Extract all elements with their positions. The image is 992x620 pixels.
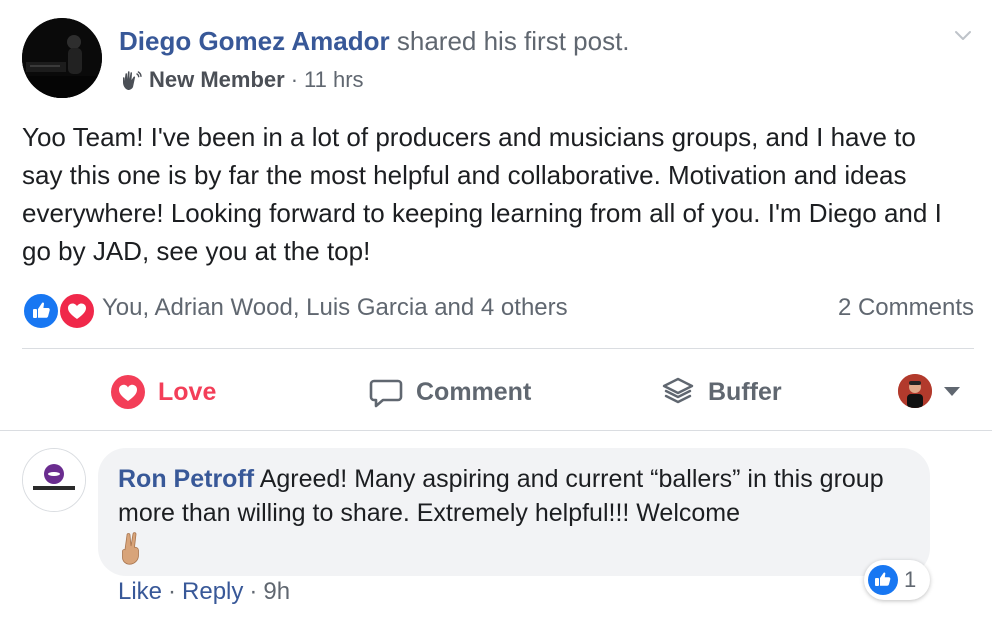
comment-body: Ron Petroff Agreed! Many aspiring and cu…: [118, 462, 908, 565]
divider: [22, 348, 974, 349]
comment-button-label: Comment: [416, 377, 532, 406]
comments-count[interactable]: 2 Comments: [838, 294, 974, 322]
meta-separator: ·: [290, 67, 299, 92]
author-action-text: shared his first post.: [396, 26, 630, 56]
comment-bubble: Ron Petroff Agreed! Many aspiring and cu…: [98, 448, 930, 576]
post-body: Yoo Team! I've been in a lot of producer…: [22, 122, 942, 266]
reactions-summary: You, Adrian Wood, Luis Garcia and 4 othe…: [22, 290, 974, 330]
author-avatar[interactable]: [22, 18, 102, 98]
comment-reply-button[interactable]: Reply: [182, 578, 243, 605]
reactors-list[interactable]: You, Adrian Wood, Luis Garcia and 4 othe…: [102, 294, 568, 322]
caret-down-icon: [944, 386, 960, 396]
audience-selector[interactable]: [898, 374, 960, 408]
feed-post: Diego Gomez Amador shared his first post…: [0, 0, 992, 620]
victory-hand-icon: [122, 532, 139, 565]
comment-actions: Like · Reply · 9h: [118, 578, 290, 606]
commenter-avatar[interactable]: [22, 448, 86, 512]
chevron-down-icon[interactable]: [952, 24, 974, 46]
meta-separator: ·: [249, 578, 258, 605]
thumbs-up-icon: [22, 292, 60, 330]
comment-like-button[interactable]: Like: [118, 578, 162, 605]
comment-timestamp[interactable]: 9h: [263, 578, 290, 605]
waving-hand-icon: [123, 71, 142, 90]
speech-bubble-icon: [369, 379, 403, 408]
post-header: Diego Gomez Amador shared his first post…: [119, 26, 630, 57]
buffer-button[interactable]: Buffer: [660, 372, 782, 412]
comment-emoji: [118, 530, 908, 565]
comment-reaction-count[interactable]: 1: [864, 560, 930, 600]
avatar: [898, 374, 932, 408]
reaction-icons[interactable]: [22, 290, 100, 330]
commenter-name-link[interactable]: Ron Petroff: [118, 465, 254, 493]
buffer-button-label: Buffer: [708, 377, 782, 406]
buffer-layers-icon: [662, 377, 694, 404]
love-button[interactable]: Love: [110, 372, 216, 412]
member-badge: New Member: [149, 67, 285, 92]
love-button-label: Love: [158, 377, 217, 406]
heart-icon: [111, 375, 145, 409]
post-meta: New Member · 11 hrs: [119, 67, 364, 93]
meta-separator: ·: [168, 578, 177, 605]
heart-icon: [58, 292, 96, 330]
comment-button[interactable]: Comment: [368, 372, 531, 412]
comment-like-count: 1: [904, 567, 917, 592]
divider: [0, 430, 992, 431]
thumbs-up-icon: [868, 565, 898, 595]
author-name-link[interactable]: Diego Gomez Amador: [119, 26, 390, 56]
post-timestamp[interactable]: 11 hrs: [304, 67, 364, 93]
